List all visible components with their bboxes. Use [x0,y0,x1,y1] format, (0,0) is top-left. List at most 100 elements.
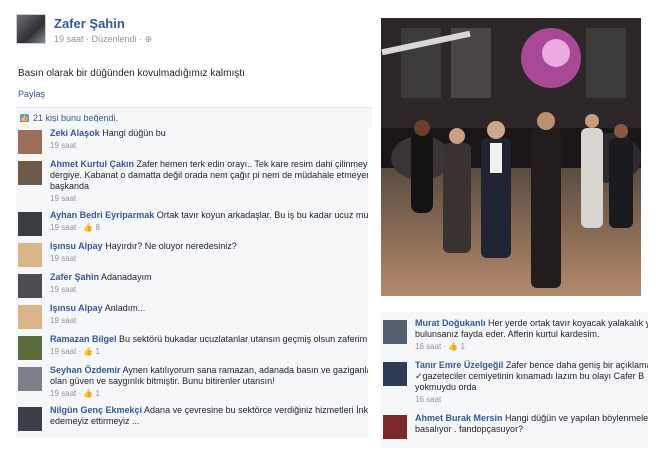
comment-line: ✓gazeteciler cemiyetinin kınamadı lazım … [415,371,648,382]
comment: Ayhan Bedri Eyriparmak Ortak tavır koyun… [16,210,368,236]
comment-line: Murat Doğukanlı Her yerde ortak tavır ko… [415,318,648,329]
comment: Zafer Şahin Adanadayım 19 saat [16,272,368,298]
comment-meta[interactable]: 16 saat · 👍 1 [415,342,648,351]
comment-line: olan güven ve saygınlık bitmiştir. Bunu … [50,376,368,387]
globe-icon: ⊕ [144,34,153,44]
commenter-name[interactable]: Seyhan Özdemir [50,365,121,375]
commenter-name[interactable]: Ahmet Kurtul Çakın [50,159,134,169]
comment-meta[interactable]: 19 saat · 👍 8 [50,223,368,232]
comment-meta[interactable]: 19 saat · 👍 1 [50,347,368,356]
author-name[interactable]: Zafer Şahin [54,16,152,31]
comment-line: Işınsu Alpay Hayırdır? Ne oluyor neredes… [50,241,368,252]
commenter-name[interactable]: Ahmet Burak Mersin [415,413,503,423]
commenter-name[interactable]: Murat Doğukanlı [415,318,486,328]
commenter-avatar[interactable] [383,320,407,344]
commenter-avatar[interactable] [18,305,42,329]
comment-line: Zeki Alaşok Hangi düğün bu [50,128,368,139]
comment-line: yokmuydu orda [415,382,648,393]
comment-text: Her yerde ortak tavır koyacak yalakalık … [488,318,648,328]
commenter-avatar[interactable] [18,336,42,360]
comments-list-right: Murat Doğukanlı Her yerde ortak tavır ko… [381,312,648,448]
comment: Murat Doğukanlı Her yerde ortak tavır ko… [381,318,648,351]
comment-text: Anladım... [104,303,146,313]
comment-text: başkanda [50,181,90,191]
comment-line: Nilgün Genç Ekmekçi Adana ve çevresine b… [50,405,368,416]
comment-line: basalıyor . fandopçasuyor? [415,424,648,435]
comment-text: dergiye. Kabanat o damatta değil orada n… [50,170,368,180]
comment-text: ✓gazeteciler cemiyetinin kınamadı lazım … [415,371,645,381]
commenter-name[interactable]: Zeki Alaşok [50,128,100,138]
comment: Ahmet Kurtul Çakın Zafer hemen terk edin… [16,159,368,203]
comment-text: Hangi düğün bu [102,128,166,138]
comment-line: edemeyiz ettirmeyiz ... [50,416,368,427]
comment-line: Işınsu Alpay Anladım... [50,303,368,314]
post-text: Basın olarak bir düğünden kovulmadığımız… [18,68,245,79]
comment-text: Adana ve çevresine bu sektörce verdiğini… [144,405,368,415]
comment-meta[interactable]: 16 saat [415,395,648,404]
comment-meta[interactable]: 19 saat [50,285,368,294]
comment: Işınsu Alpay Hayırdır? Ne oluyor neredes… [16,241,368,267]
commenter-avatar[interactable] [18,243,42,267]
comments-list-left: Zeki Alaşok Hangi düğün bu 19 saat Ahmet K… [16,122,368,438]
comment-line: Tanır Emre Üzelgeğil Zafer bence daha ge… [415,360,648,371]
author-block: Zafer Şahin 19 saat · Düzenlendi · ⊕ [54,14,152,45]
commenter-name[interactable]: Tanır Emre Üzelgeğil [415,360,503,370]
commenter-avatar[interactable] [18,274,42,298]
post-meta: 19 saat · Düzenlendi · ⊕ [54,34,152,45]
comment-line: Zafer Şahin Adanadayım [50,272,368,283]
commenter-name[interactable]: Zafer Şahin [50,272,99,282]
post-photo[interactable] [381,18,641,296]
commenter-avatar[interactable] [383,362,407,386]
commenter-avatar[interactable] [18,130,42,154]
comment-meta[interactable]: 19 saat [50,254,368,263]
comment-meta[interactable]: 19 saat · 👍 1 [50,389,368,398]
commenter-avatar[interactable] [18,161,42,185]
comment-line: Seyhan Özdemir Aynen katılıyorum sana ra… [50,365,368,376]
comment-text: Zafer hemen terk edin orayı.. Tek kare r… [136,159,368,169]
facebook-post: Zafer Şahin 19 saat · Düzenlendi · ⊕ Bas… [16,14,372,128]
commenter-name[interactable]: Işınsu Alpay [50,303,103,313]
share-link[interactable]: Paylaş [18,89,368,99]
comment-meta[interactable]: 19 saat [50,141,368,150]
comment-text: Aynen katılıyorum sana ramazan, adanada … [122,365,368,375]
comment-meta[interactable]: 19 saat [50,194,368,203]
comment-line: Ramazan Bilgel Bu sektörü bukadar ucuzla… [50,334,368,345]
comment-text: yokmuydu orda [415,382,477,392]
post-header: Zafer Şahin 19 saat · Düzenlendi · ⊕ [16,14,368,54]
commenter-avatar[interactable] [18,367,42,391]
comment-text: Bu sektörü bukadar ucuzlatanlar utansın … [119,334,368,344]
comment-line: başkanda [50,181,368,192]
comment: Zeki Alaşok Hangi düğün bu 19 saat [16,128,368,154]
comment-text: basalıyor . fandopçasuyor? [415,424,524,434]
comment: Ahmet Burak Mersin Hangi düğün ve yapıla… [381,413,648,439]
comment-text: Hangi düğün ve yapılan böylenmeler [505,413,648,423]
comment-text: Hayırdır? Ne oluyor neredesiniz? [105,241,237,251]
comment-text: Ortak tavır koyun arkadaşlar. Bu iş bu k… [156,210,368,220]
comment-line: Ayhan Bedri Eyriparmak Ortak tavır koyun… [50,210,368,221]
comment-line: dergiye. Kabanat o damatta değil orada n… [50,170,368,181]
commenter-avatar[interactable] [383,415,407,439]
comment: Ramazan Bilgel Bu sektörü bukadar ucuzla… [16,334,368,360]
comment-text: olan güven ve saygınlık bitmiştir. Bunu … [50,376,275,386]
comment: Işınsu Alpay Anladım... 19 saat [16,303,368,329]
comment-line: Ahmet Burak Mersin Hangi düğün ve yapıla… [415,413,648,424]
comment-line: bulunsanız fayda eder. Afferin kurtul ka… [415,329,648,340]
comment: Seyhan Özdemir Aynen katılıyorum sana ra… [16,365,368,398]
wedding-dance-photo [381,18,641,296]
comment-text: Adanadayım [101,272,152,282]
comment: Tanır Emre Üzelgeğil Zafer bence daha ge… [381,360,648,404]
commenter-name[interactable]: Işınsu Alpay [50,241,103,251]
commenter-name[interactable]: Ayhan Bedri Eyriparmak [50,210,154,220]
comment-text: Zafer bence daha geniş bir açıklama [505,360,648,370]
comment: Nilgün Genç Ekmekçi Adana ve çevresine b… [16,405,368,431]
author-avatar[interactable] [16,14,46,44]
comment-meta[interactable]: 19 saat [50,316,368,325]
post-timestamp[interactable]: 19 saat · Düzenlendi · [54,34,145,44]
commenter-avatar[interactable] [18,407,42,431]
comment-text: edemeyiz ettirmeyiz ... [50,416,140,426]
commenter-name[interactable]: Ramazan Bilgel [50,334,117,344]
comment-text: bulunsanız fayda eder. Afferin kurtul ka… [415,329,600,339]
commenter-avatar[interactable] [18,212,42,236]
commenter-name[interactable]: Nilgün Genç Ekmekçi [50,405,142,415]
comment-line: Ahmet Kurtul Çakın Zafer hemen terk edin… [50,159,368,170]
